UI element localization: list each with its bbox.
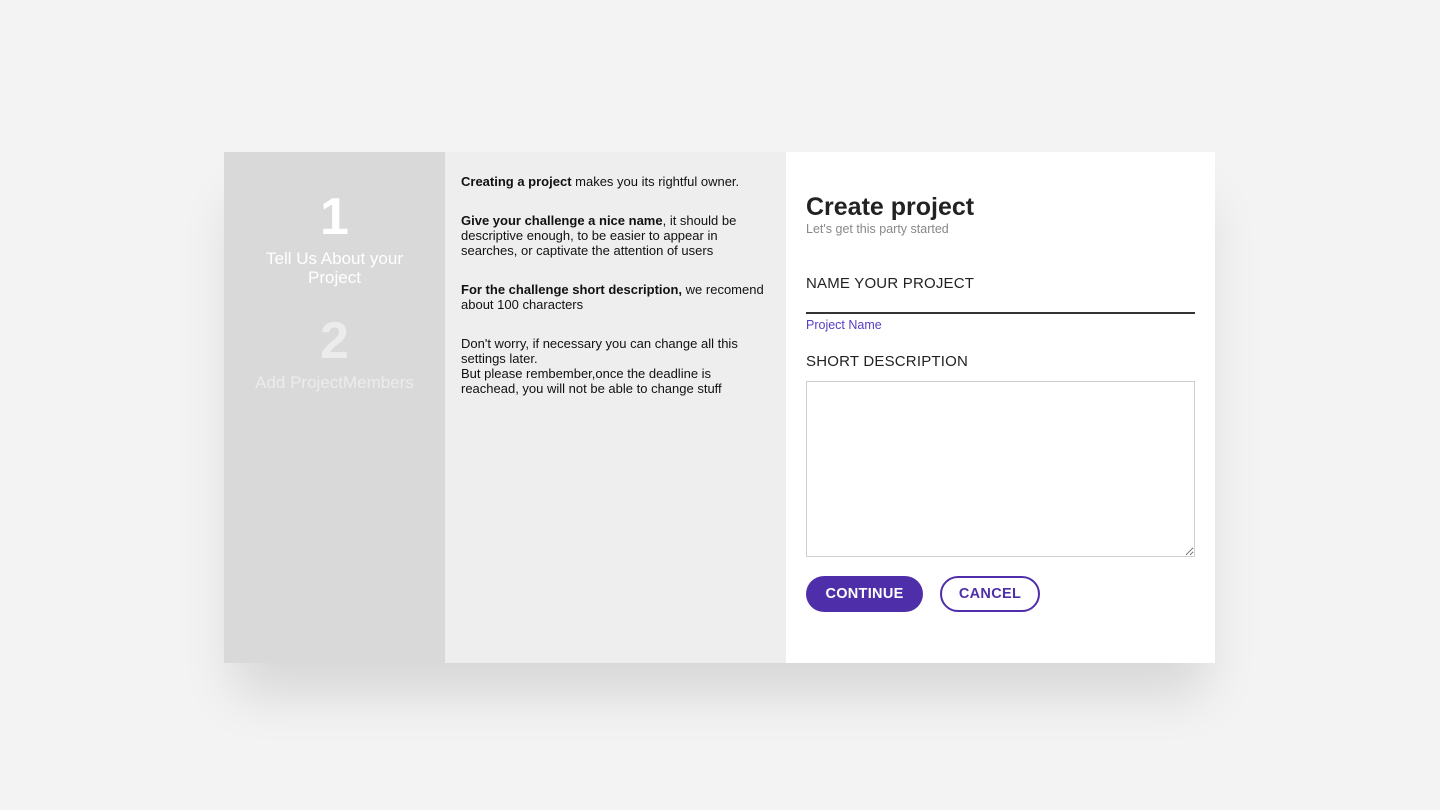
info-warning-line-2: But please rembember,once the deadline i… <box>461 366 722 396</box>
info-paragraph-name: Give your challenge a nice name, it shou… <box>461 213 770 258</box>
create-project-card: 1 Tell Us About your Project 2 Add Proje… <box>224 152 1215 663</box>
short-description-label: SHORT DESCRIPTION <box>806 353 969 370</box>
info-warning-line-1: Don't worry, if necessary you can change… <box>461 336 738 366</box>
steps-sidebar: 1 Tell Us About your Project 2 Add Proje… <box>224 152 445 663</box>
continue-button[interactable]: CONTINUE <box>806 576 923 612</box>
cancel-button[interactable]: CANCEL <box>940 576 1040 612</box>
form-actions: CONTINUE CANCEL <box>806 576 1195 612</box>
step-1: 1 Tell Us About your Project <box>224 186 445 287</box>
project-name-input[interactable] <box>806 298 1195 314</box>
step-2: 2 Add ProjectMembers <box>224 310 445 392</box>
page-subtitle: Let's get this party started <box>806 222 949 236</box>
project-name-label: NAME YOUR PROJECT <box>806 275 975 292</box>
create-project-form: Create project Let's get this party star… <box>786 152 1215 663</box>
step-2-number: 2 <box>320 312 349 370</box>
info-paragraph-owner: Creating a project makes you its rightfu… <box>461 174 770 189</box>
info-description-bold: For the challenge short description, <box>461 282 683 297</box>
info-paragraph-description: For the challenge short description, we … <box>461 282 770 312</box>
info-owner-bold: Creating a project <box>461 174 572 189</box>
info-name-bold: Give your challenge a nice name <box>461 213 663 228</box>
short-description-input[interactable] <box>806 381 1195 557</box>
info-paragraph-warning: Don't worry, if necessary you can change… <box>461 336 770 396</box>
info-owner-text: makes you its rightful owner. <box>571 174 740 189</box>
step-1-number: 1 <box>320 188 349 246</box>
info-panel: Creating a project makes you its rightfu… <box>445 152 786 663</box>
step-2-label: Add ProjectMembers <box>255 373 414 392</box>
project-name-hint: Project Name <box>806 318 882 332</box>
page-title: Create project <box>806 193 975 221</box>
step-1-label: Tell Us About your Project <box>265 249 403 287</box>
